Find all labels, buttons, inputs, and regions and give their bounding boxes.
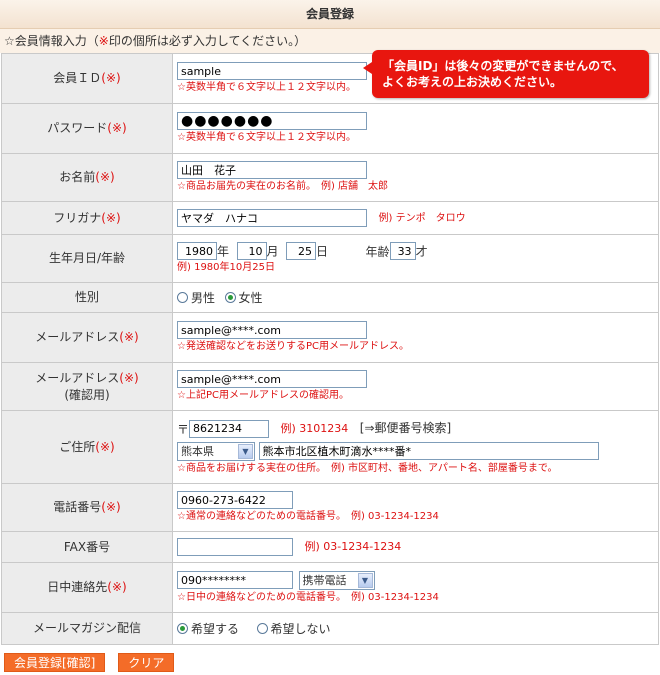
row-gender: 性別 男性 女性 — [1, 282, 659, 313]
gender-female-radio[interactable] — [224, 292, 236, 303]
newsletter-yes-radio[interactable] — [177, 623, 188, 634]
required-mark: (※) — [101, 500, 121, 514]
postal-example: 例) 3101234 — [280, 421, 349, 435]
row-fax: FAX番号 例) 03-1234-1234 — [1, 531, 659, 563]
member-id-input[interactable] — [177, 62, 367, 80]
required-mark: (※) — [101, 210, 121, 225]
row-newsletter: メールマガジン配信 希望する 希望しない — [1, 612, 659, 645]
required-mark: (※) — [107, 580, 127, 594]
row-daytime: 日中連絡先(※) 携帯電話▼ ☆日中の連絡などのための電話番号。 例) 03-1… — [1, 562, 659, 613]
birth-month-input[interactable] — [236, 242, 267, 260]
email-confirm-note: ☆上記PC用メールアドレスの確認用。 — [177, 390, 349, 401]
label-address: ご住所(※) — [1, 410, 173, 484]
clear-button[interactable]: クリア — [118, 653, 175, 672]
form-buttons: 会員登録[確認] クリア — [4, 653, 187, 672]
furigana-input[interactable] — [177, 209, 367, 227]
postal-search-link[interactable]: [⇒郵便番号検索] — [360, 421, 451, 435]
newsletter-no-label: 希望しない — [270, 622, 331, 636]
intro-required-mark: ※ — [98, 34, 109, 48]
intro-suffix: 印の個所は必ず入力してください。） — [108, 34, 307, 48]
age-input[interactable] — [389, 242, 416, 260]
email-note: ☆発送確認などをお送りするPC用メールアドレス。 — [177, 341, 409, 352]
chevron-down-icon: ▼ — [357, 572, 373, 588]
required-mark: (※) — [101, 71, 121, 85]
row-birth: 生年月日/年齢 年 月 日 年齢才 例) 1980年10月25日 — [1, 234, 659, 283]
newsletter-yes-label: 希望する — [191, 622, 240, 636]
label-gender: 性別 — [1, 282, 173, 313]
furigana-example: 例) テンポ タロウ — [378, 213, 466, 224]
fax-input[interactable] — [177, 538, 293, 556]
gender-female-label: 女性 — [238, 291, 263, 305]
label-email-confirm: メールアドレス(※) (確認用) — [1, 362, 173, 411]
label-member-id: 会員ＩＤ(※) — [1, 53, 173, 104]
gender-male-radio[interactable] — [177, 292, 188, 303]
phone-type-select[interactable]: 携帯電話 ▼ — [298, 570, 375, 590]
label-furigana: フリガナ(※) — [1, 201, 173, 235]
birth-example: 例) 1980年10月25日 — [177, 262, 275, 273]
chevron-down-icon: ▼ — [238, 443, 253, 459]
label-fax: FAX番号 — [1, 531, 173, 563]
row-name: お名前(※) ☆商品お届先の実在のお名前。 例) 店舗 太郎 — [1, 153, 659, 202]
password-note: ☆英数半角で６文字以上１２文字以内。 — [177, 132, 356, 143]
postal-input[interactable] — [189, 419, 270, 438]
name-input[interactable] — [177, 161, 367, 179]
age-label: 年齢 — [365, 244, 390, 259]
name-note: ☆商品お届先の実在のお名前。 例) 店舗 太郎 — [177, 181, 389, 192]
submit-button[interactable]: 会員登録[確認] — [4, 653, 106, 672]
prefecture-select[interactable]: 熊本県 ▼ — [177, 441, 255, 461]
label-phone: 電話番号(※) — [1, 483, 173, 532]
member-id-note: ☆英数半角で６文字以上１２文字以内。 — [177, 82, 356, 93]
label-name: お名前(※) — [1, 153, 173, 202]
label-birth: 生年月日/年齢 — [1, 234, 173, 283]
label-email-confirm-sub: (確認用) — [64, 387, 110, 402]
birth-year-input[interactable] — [177, 242, 217, 260]
address-note: ☆商品をお届けする実在の住所。 例) 市区町村、番地、アパート名、部屋番号まで。 — [177, 462, 558, 474]
required-mark: (※) — [95, 439, 115, 454]
registration-form: 会員ＩＤ(※) ☆英数半角で６文字以上１２文字以内。 パスワード(※) ☆英数半… — [1, 53, 659, 645]
email-confirm-input[interactable] — [177, 370, 367, 388]
email-input[interactable] — [177, 321, 367, 339]
password-input[interactable] — [177, 112, 367, 130]
row-furigana: フリガナ(※) 例) テンポ タロウ — [1, 201, 659, 235]
intro-prefix: ☆会員情報入力（ — [4, 34, 99, 48]
required-mark: (※) — [95, 170, 115, 184]
label-password: パスワード(※) — [1, 103, 173, 154]
daytime-note: ☆日中の連絡などのための電話番号。 例) 03-1234-1234 — [177, 591, 439, 603]
newsletter-no-radio[interactable] — [256, 623, 268, 634]
postal-mark: 〒 — [177, 422, 190, 436]
row-password: パスワード(※) ☆英数半角で６文字以上１２文字以内。 — [1, 103, 659, 154]
row-address: ご住所(※) 〒 例) 3101234 [⇒郵便番号検索] 熊本県▼ ☆商品をお… — [1, 410, 659, 484]
row-email-confirm: メールアドレス(※)(確認用) ☆上記PC用メールアドレスの確認用。 — [1, 362, 659, 411]
phone-input[interactable] — [177, 491, 293, 509]
label-newsletter: メールマガジン配信 — [1, 612, 173, 645]
daytime-input[interactable] — [177, 571, 293, 589]
required-mark: (※) — [107, 121, 127, 135]
row-email: メールアドレス(※) ☆発送確認などをお送りするPC用メールアドレス。 — [1, 312, 659, 363]
label-email: メールアドレス(※) — [1, 312, 173, 363]
street-input[interactable] — [258, 442, 599, 460]
page-title: 会員登録 — [0, 0, 660, 29]
phone-note: ☆通常の連絡などのための電話番号。 例) 03-1234-1234 — [177, 511, 439, 522]
required-mark: (※) — [119, 330, 139, 344]
fax-example: 例) 03-1234-1234 — [304, 540, 402, 553]
label-daytime: 日中連絡先(※) — [1, 562, 173, 613]
gender-male-label: 男性 — [191, 291, 216, 305]
member-id-tooltip: 「会員ID」は後々の変更ができませんので、 よくお考えの上お決めください。 — [363, 50, 649, 98]
required-mark: (※) — [119, 370, 139, 385]
row-phone: 電話番号(※) ☆通常の連絡などのための電話番号。 例) 03-1234-123… — [1, 483, 659, 532]
birth-day-input[interactable] — [286, 242, 317, 260]
